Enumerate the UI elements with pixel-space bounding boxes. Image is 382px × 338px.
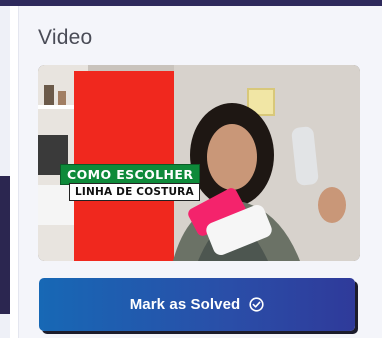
mark-as-solved-button[interactable]: Mark as Solved <box>39 278 355 331</box>
video-thumbnail-image <box>38 65 360 261</box>
left-rail-panel <box>0 176 10 314</box>
mark-as-solved-label: Mark as Solved <box>129 296 241 313</box>
card-title: Video <box>38 26 93 49</box>
video-card: Video COMO ESCOLHER LINHA DE COSTURA Mar… <box>18 6 382 338</box>
check-circle-icon <box>249 297 264 312</box>
video-title-badge: COMO ESCOLHER <box>60 164 201 185</box>
video-subtitle-badge: LINHA DE COSTURA <box>69 183 200 201</box>
left-rail <box>0 6 10 338</box>
video-thumbnail[interactable]: COMO ESCOLHER LINHA DE COSTURA <box>38 65 360 261</box>
